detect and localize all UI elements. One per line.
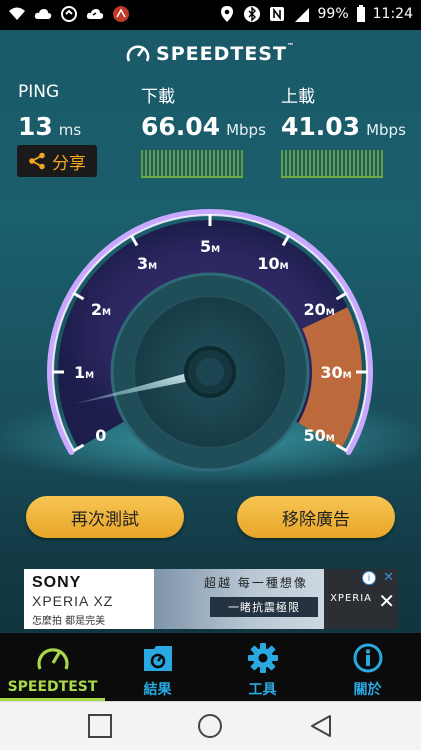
system-icons: 99% 11:24: [218, 5, 413, 23]
bluetooth-icon: [243, 6, 260, 22]
download-graph: [141, 150, 243, 178]
share-label: 分享: [52, 153, 86, 174]
nav-speedtest[interactable]: SPEEDTEST: [0, 633, 105, 701]
nav-tools[interactable]: 工具: [210, 633, 315, 701]
download-value: 66.04 Mbps: [141, 112, 266, 141]
ad-cta[interactable]: 一睹抗震極限: [210, 597, 318, 617]
remove-ads-button[interactable]: 移除廣告: [237, 496, 395, 538]
battery-percent: 99%: [317, 6, 349, 22]
home-icon[interactable]: [197, 713, 223, 739]
speedtest-logo: SPEEDTEST™: [0, 42, 421, 65]
upload-unit: Mbps: [366, 121, 406, 139]
download-number: 66.04: [141, 112, 221, 141]
share-button[interactable]: 分享: [17, 145, 97, 177]
ad-close-icon[interactable]: ✕: [378, 589, 395, 613]
system-navigation-bar: [0, 701, 421, 750]
clock: 11:24: [372, 6, 413, 22]
sync-icon: [61, 6, 77, 22]
upload-value: 41.03 Mbps: [281, 112, 406, 141]
upload-label: 上載: [281, 87, 315, 107]
app-notification-icon: [113, 6, 129, 22]
ad-right-brand: XPERIA: [330, 593, 372, 604]
nav-results-label: 結果: [143, 682, 172, 698]
notification-icons: [8, 5, 130, 23]
ping-label: PING: [18, 82, 60, 102]
results-icon: [143, 646, 172, 671]
signal-4g-icon: [294, 8, 309, 22]
ping-unit: ms: [58, 121, 82, 139]
back-icon[interactable]: [308, 713, 334, 739]
upload-graph: [281, 150, 383, 178]
share-icon: [29, 152, 45, 170]
download-graph-baseline: [141, 176, 243, 178]
gear-icon: [247, 643, 278, 673]
nav-results[interactable]: 結果: [105, 633, 210, 701]
nav-tools-label: 工具: [248, 682, 277, 698]
cloud-icon: [34, 9, 52, 19]
nav-speedtest-label: SPEEDTEST: [7, 679, 98, 695]
cloud-sync-icon: [86, 9, 104, 19]
speedtest-screen: 99% 11:24 SPEEDTEST™ PING 13 ms 下載 66.04 M…: [0, 0, 421, 750]
app-name: SPEEDTEST: [156, 43, 287, 65]
upload-graph-baseline: [281, 176, 383, 178]
location-icon: [220, 6, 233, 22]
ad-brand: SONY: [32, 574, 82, 591]
ad-product: XPERIA XZ: [32, 593, 114, 609]
download-label: 下載: [141, 87, 175, 107]
retest-button[interactable]: 再次測試: [26, 496, 184, 538]
battery-icon: [356, 5, 365, 22]
status-bar: 99% 11:24: [0, 0, 421, 30]
ad-tagline: 怎麼拍 都是完美: [32, 616, 106, 627]
bottom-nav: SPEEDTEST 結果 工具 關於: [0, 633, 421, 701]
speed-gauge: 01M2M3M5M10M20M30M50M: [0, 209, 421, 485]
nfc-icon: [269, 7, 284, 21]
gauge-dial: 01M2M3M5M10M20M30M50M: [47, 209, 373, 472]
gauge-icon: [36, 648, 69, 670]
ad-banner[interactable]: SONY XPERIA XZ 怎麼拍 都是完美 超越 每一種想像 一睹抗震極限 …: [24, 569, 398, 629]
ad-headline: 超越 每一種想像: [204, 576, 308, 590]
speedometer-logo-icon: [126, 45, 150, 62]
wifi-question-icon: [9, 7, 25, 20]
nav-about-label: 關於: [353, 682, 382, 698]
download-unit: Mbps: [226, 121, 266, 139]
ad-dismiss-icon[interactable]: ✕: [383, 570, 394, 585]
trademark: ™: [286, 42, 295, 50]
nav-about[interactable]: 關於: [315, 633, 420, 701]
gauge-label: 0: [95, 426, 106, 445]
upload-number: 41.03: [281, 112, 361, 141]
ping-number: 13: [18, 112, 53, 141]
info-icon: [353, 643, 382, 673]
ping-value: 13 ms: [18, 112, 81, 141]
gauge-hub-center: [196, 358, 224, 386]
recents-icon[interactable]: [87, 713, 113, 739]
ad-info-icon[interactable]: i: [362, 571, 376, 585]
